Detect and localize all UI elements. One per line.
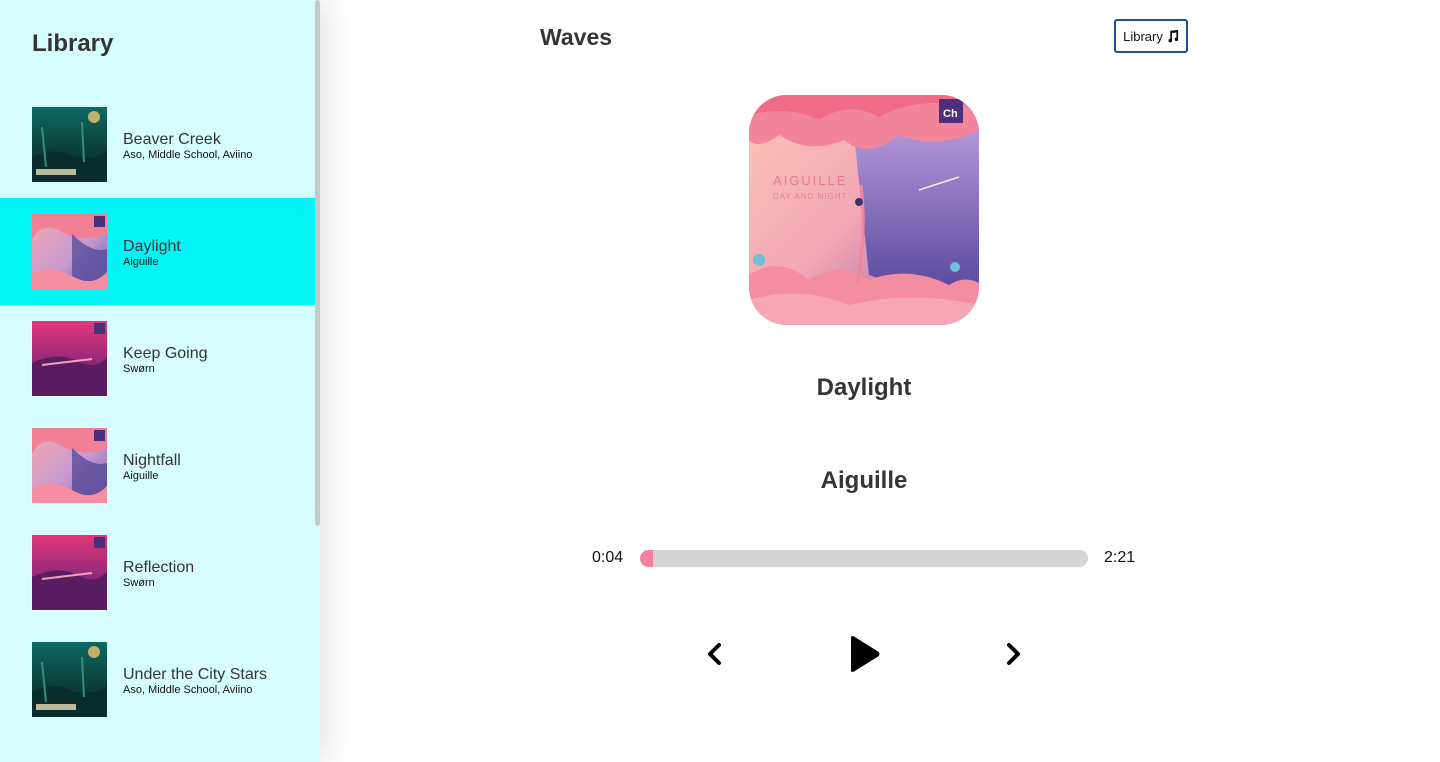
song-title: Beaver Creek	[123, 131, 221, 148]
current-time: 0:04	[592, 549, 624, 566]
play-icon	[851, 636, 880, 672]
album-cover-thumbnail	[32, 535, 107, 610]
library-button-label: Library	[1123, 28, 1163, 44]
song-duration: 2:21	[1104, 549, 1136, 566]
chevron-right-icon	[1007, 643, 1020, 665]
song-title: Nightfall	[123, 452, 181, 469]
song-artist: Swørn	[123, 363, 155, 375]
album-cover-thumbnail	[32, 428, 107, 503]
song-item-under-the-city-stars[interactable]: Under the City Stars Aso, Middle School,…	[0, 626, 315, 733]
song-item-daylight[interactable]: Daylight Aiguille	[0, 198, 315, 305]
album-cover-thumbnail	[32, 214, 107, 289]
library-panel: Library Beaver Creek Aso, Middle School,…	[0, 0, 320, 762]
song-item-nightfall[interactable]: Nightfall Aiguille	[0, 412, 315, 519]
song-artist: Aiguille	[123, 470, 159, 482]
song-item-keep-going[interactable]: Keep Going Swørn	[0, 305, 315, 412]
song-item-beaver-creek[interactable]: Beaver Creek Aso, Middle School, Aviino	[0, 91, 315, 198]
album-cover-thumbnail	[32, 321, 107, 396]
library-scrollbar[interactable]	[315, 0, 320, 526]
song-artist: Aso, Middle School, Aviino	[123, 684, 253, 696]
song-artist: Aso, Middle School, Aviino	[123, 149, 253, 161]
play-button[interactable]	[846, 635, 882, 673]
progress-fill	[640, 550, 653, 567]
song-artist: Swørn	[123, 577, 155, 589]
app-brand-title: Waves	[540, 24, 613, 50]
song-item-reflection[interactable]: Reflection Swørn	[0, 519, 315, 626]
previous-button[interactable]	[704, 642, 726, 666]
chevron-left-icon	[708, 643, 721, 665]
svg-text:DAY AND NIGHT: DAY AND NIGHT	[773, 192, 848, 201]
progress-slider[interactable]	[640, 550, 1088, 567]
song-title: Keep Going	[123, 345, 208, 362]
song-title: Daylight	[123, 238, 181, 255]
song-list: Beaver Creek Aso, Middle School, Aviino …	[0, 91, 315, 733]
album-cover-thumbnail	[32, 642, 107, 717]
music-note-icon	[1168, 29, 1179, 43]
svg-text:Ch: Ch	[943, 108, 958, 120]
song-title: Under the City Stars	[123, 666, 268, 683]
next-button[interactable]	[1002, 642, 1024, 666]
album-cover-thumbnail	[32, 107, 107, 182]
svg-text:AIGUILLE: AIGUILLE	[773, 173, 848, 188]
album-cover: AIGUILLE DAY AND NIGHT Ch	[749, 95, 979, 325]
song-title: Reflection	[123, 559, 195, 576]
song-artist: Aiguille	[123, 256, 159, 268]
library-title: Library	[32, 30, 114, 57]
library-toggle-button[interactable]: Library	[1114, 19, 1188, 53]
